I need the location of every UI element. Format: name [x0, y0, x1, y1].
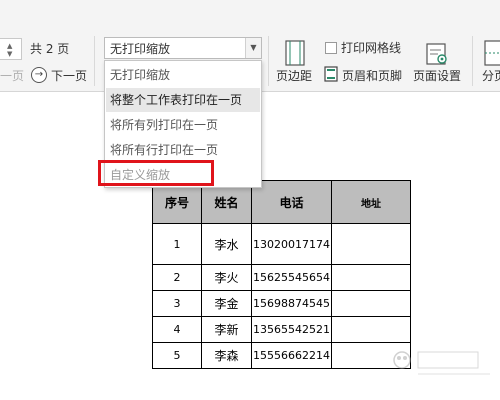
dropdown-item-fit-columns-one-page[interactable]: 将所有列打印在一页 — [106, 113, 260, 137]
table-row: 2 李火 15625545654 — [152, 264, 411, 291]
table-row: 1 李水 13020017174 — [152, 223, 411, 265]
margins-icon[interactable] — [285, 40, 305, 66]
page-setup-icon[interactable] — [426, 40, 448, 66]
cell-address — [331, 316, 411, 343]
page-total-label: 共 2 页 — [30, 42, 70, 56]
header-address: 地址 — [331, 180, 411, 224]
cell-number: 2 — [152, 264, 202, 291]
cell-name: 李水 — [201, 223, 252, 265]
cell-number: 3 — [152, 290, 202, 317]
page-break-icon[interactable] — [484, 40, 500, 66]
spinner-down-icon[interactable]: ▼ — [7, 50, 12, 58]
cell-phone: 15698874545 — [251, 290, 332, 317]
print-gridlines-checkbox[interactable] — [325, 42, 337, 54]
cell-phone: 15625545654 — [251, 264, 332, 291]
cell-name: 李新 — [201, 316, 252, 343]
page-number-spinner[interactable]: ▲ ▼ — [0, 38, 22, 60]
next-page-icon[interactable]: → — [31, 67, 47, 83]
watermark-logo — [393, 351, 490, 375]
page-setup-button[interactable]: 页面设置 — [413, 68, 461, 84]
cell-address — [331, 223, 411, 265]
page-break-button[interactable]: 分页 — [482, 68, 500, 84]
cell-name: 李森 — [201, 342, 252, 369]
cell-name: 李金 — [201, 290, 252, 317]
header-footer-icon[interactable] — [324, 66, 338, 82]
cell-phone: 13020017174 — [251, 223, 332, 265]
cell-number: 1 — [152, 223, 202, 265]
table-row: 5 李森 15556662214 — [152, 342, 411, 369]
cell-address — [331, 290, 411, 317]
print-scale-select[interactable]: 无打印缩放 ▼ — [104, 37, 262, 59]
margins-button[interactable]: 页边距 — [276, 68, 312, 84]
divider — [94, 36, 95, 86]
cell-number: 5 — [152, 342, 202, 369]
cell-name: 李火 — [201, 264, 252, 291]
cell-number: 4 — [152, 316, 202, 343]
dropdown-item-no-scaling[interactable]: 无打印缩放 — [106, 63, 260, 87]
preview-table: 序号 姓名 电话 地址 1 李水 13020017174 2 李火 156255… — [152, 180, 411, 369]
print-gridlines-label[interactable]: 打印网格线 — [341, 40, 401, 56]
table-row: 4 李新 13565542521 — [152, 316, 411, 343]
divider — [268, 36, 269, 86]
print-scale-value: 无打印缩放 — [110, 42, 171, 56]
cell-address — [331, 264, 411, 291]
header-phone: 电话 — [251, 180, 332, 224]
header-footer-button[interactable]: 页眉和页脚 — [342, 68, 402, 84]
chevron-down-icon[interactable]: ▼ — [245, 38, 261, 58]
spinner-up-icon[interactable]: ▲ — [7, 42, 12, 50]
dropdown-item-fit-rows-one-page[interactable]: 将所有行打印在一页 — [106, 138, 260, 162]
cell-phone: 15556662214 — [251, 342, 332, 369]
prev-page-button[interactable]: 一页 — [0, 68, 24, 84]
custom-scaling-highlight — [98, 160, 214, 186]
table-row: 3 李金 15698874545 — [152, 290, 411, 317]
next-page-button[interactable]: 下一页 — [51, 68, 87, 84]
divider — [472, 36, 473, 86]
dropdown-item-fit-sheet-one-page[interactable]: 将整个工作表打印在一页 — [106, 88, 260, 112]
cell-phone: 13565542521 — [251, 316, 332, 343]
